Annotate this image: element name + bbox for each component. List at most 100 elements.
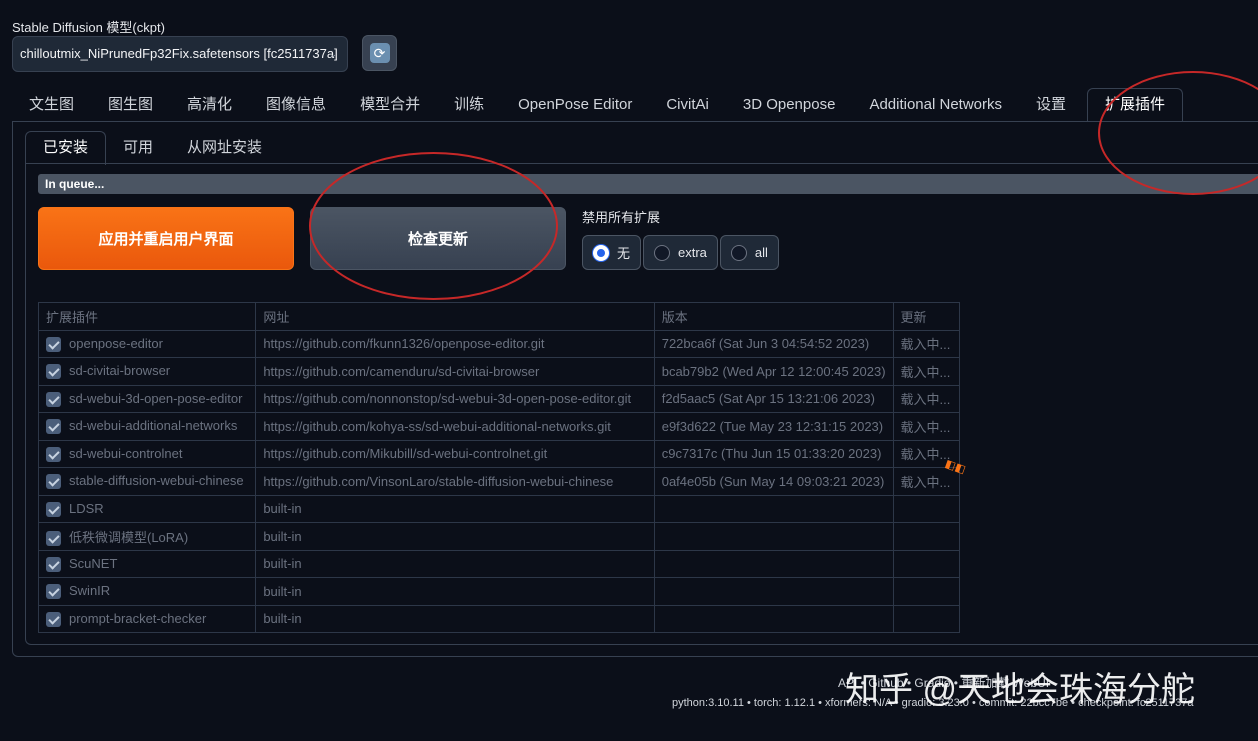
column-header-update: 更新 bbox=[892, 302, 961, 331]
extension-enabled-checkbox[interactable] bbox=[46, 391, 61, 407]
extension-version: e9f3d622 (Tue May 23 12:31:15 2023) bbox=[653, 412, 894, 441]
extension-name: sd-civitai-browser bbox=[69, 363, 171, 379]
extension-enabled-checkbox[interactable] bbox=[46, 364, 61, 380]
extension-cell: sd-webui-3d-open-pose-editor bbox=[37, 384, 257, 413]
extension-cell: SwinIR bbox=[37, 577, 257, 606]
extension-name: openpose-editor bbox=[69, 335, 163, 351]
extension-url[interactable]: built-in bbox=[255, 494, 655, 523]
table-row: sd-webui-3d-open-pose-editor https://gith… bbox=[37, 384, 961, 413]
extension-url[interactable]: built-in bbox=[255, 522, 655, 551]
extension-name: ScuNET bbox=[69, 555, 118, 571]
extension-enabled-checkbox[interactable] bbox=[46, 501, 61, 517]
checkpoint-label: Stable Diffusion 模型(ckpt) bbox=[12, 20, 165, 35]
table-header-row: 扩展插件 网址 版本 更新 bbox=[37, 302, 961, 331]
tab-img2img[interactable]: 图生图 bbox=[91, 88, 170, 122]
extension-update-status: 载入中... bbox=[892, 329, 961, 358]
radio-all[interactable]: all bbox=[719, 235, 779, 270]
radio-dot bbox=[593, 244, 609, 261]
extension-enabled-checkbox[interactable] bbox=[46, 446, 61, 462]
tab-3d-openpose[interactable]: 3D Openpose bbox=[726, 88, 853, 122]
radio-dot bbox=[654, 244, 671, 261]
column-header-version: 版本 bbox=[653, 302, 894, 331]
radio-label: 无 bbox=[617, 246, 631, 261]
extension-update-status bbox=[892, 577, 961, 606]
tab-checkpoint-merger[interactable]: 模型合并 bbox=[343, 88, 437, 122]
table-row: SwinIR built-in bbox=[37, 577, 961, 606]
extension-url[interactable]: https://github.com/VinsonLaro/stable-dif… bbox=[255, 467, 655, 496]
extension-name: 低秩微调模型(LoRA) bbox=[69, 529, 189, 545]
extension-name: stable-diffusion-webui-chinese bbox=[69, 473, 244, 489]
checkpoint-dropdown[interactable]: chilloutmix_NiPrunedFp32Fix.safetensors … bbox=[12, 36, 348, 72]
extension-name: sd-webui-3d-open-pose-editor bbox=[69, 390, 243, 406]
extension-url[interactable]: https://github.com/Mikubill/sd-webui-con… bbox=[255, 439, 655, 468]
extension-enabled-checkbox[interactable] bbox=[46, 611, 61, 627]
tab-png-info[interactable]: 图像信息 bbox=[249, 88, 343, 122]
disable-extensions-radio-group: 无 extra all bbox=[582, 235, 779, 270]
tab-openpose-editor[interactable]: OpenPose Editor bbox=[501, 88, 649, 122]
apply-and-restart-button[interactable]: 应用并重启用户界面 bbox=[38, 207, 294, 270]
tab-available[interactable]: 可用 bbox=[106, 131, 170, 165]
extension-update-status: 载入中... bbox=[892, 357, 961, 386]
chevron-down-icon: ⌄ bbox=[329, 49, 337, 59]
tab-train[interactable]: 训练 bbox=[437, 88, 501, 122]
extension-cell: ScuNET bbox=[37, 549, 257, 578]
disable-extensions-label: 禁用所有扩展 bbox=[582, 210, 661, 225]
extension-version bbox=[653, 549, 894, 578]
extension-version: c9c7317c (Thu Jun 15 01:33:20 2023) bbox=[653, 439, 894, 468]
extension-name: sd-webui-controlnet bbox=[69, 445, 183, 461]
extension-cell: sd-webui-additional-networks bbox=[37, 412, 257, 441]
extension-url[interactable]: built-in bbox=[255, 577, 655, 606]
annotation-circle-check-updates bbox=[309, 152, 558, 300]
extension-enabled-checkbox[interactable] bbox=[46, 336, 61, 352]
radio-dot bbox=[730, 244, 747, 261]
main-tab-bar: 文生图 图生图 高清化 图像信息 模型合并 训练 OpenPose Editor… bbox=[12, 88, 1184, 122]
extension-version bbox=[653, 522, 894, 551]
extension-cell: LDSR bbox=[37, 494, 257, 523]
extension-version bbox=[653, 604, 894, 633]
extension-cell: openpose-editor bbox=[37, 329, 257, 358]
checkpoint-value: chilloutmix_NiPrunedFp32Fix.safetensors … bbox=[20, 46, 338, 61]
extension-url[interactable]: built-in bbox=[255, 549, 655, 578]
extension-url[interactable]: https://github.com/camenduru/sd-civitai-… bbox=[255, 357, 655, 386]
extensions-sub-tab-bar: 已安装 可用 从网址安装 bbox=[25, 131, 279, 165]
extension-version bbox=[653, 577, 894, 606]
extension-cell: 低秩微调模型(LoRA) bbox=[37, 522, 257, 551]
extension-cell: sd-webui-controlnet bbox=[37, 439, 257, 468]
refresh-icon: ⟳ bbox=[369, 43, 390, 63]
extension-version: bcab79b2 (Wed Apr 12 12:00:45 2023) bbox=[653, 357, 894, 386]
table-row: sd-civitai-browser https://github.com/cam… bbox=[37, 357, 961, 386]
tab-txt2img[interactable]: 文生图 bbox=[12, 88, 91, 122]
table-row: ScuNET built-in bbox=[37, 549, 961, 578]
tab-installed[interactable]: 已安装 bbox=[25, 131, 107, 165]
column-header-extension: 扩展插件 bbox=[37, 302, 257, 331]
extension-enabled-checkbox[interactable] bbox=[46, 584, 61, 600]
extension-url[interactable]: https://github.com/kohya-ss/sd-webui-add… bbox=[255, 412, 655, 441]
extension-enabled-checkbox[interactable] bbox=[46, 530, 61, 546]
extension-update-status: 载入中... bbox=[892, 412, 961, 441]
radio-label: extra bbox=[678, 245, 707, 260]
extension-version: f2d5aac5 (Sat Apr 15 13:21:06 2023) bbox=[653, 384, 894, 413]
extension-name: LDSR bbox=[69, 500, 104, 516]
table-row: 低秩微调模型(LoRA) built-in bbox=[37, 522, 961, 551]
extension-url[interactable]: https://github.com/fkunn1326/openpose-ed… bbox=[255, 329, 655, 358]
tab-civitai[interactable]: CivitAi bbox=[649, 88, 726, 122]
tab-install-from-url[interactable]: 从网址安装 bbox=[170, 131, 279, 165]
extension-update-status bbox=[892, 604, 961, 633]
extension-cell: prompt-bracket-checker bbox=[37, 604, 257, 633]
refresh-checkpoint-button[interactable]: ⟳ bbox=[362, 35, 397, 71]
column-header-url: 网址 bbox=[255, 302, 655, 331]
extension-name: SwinIR bbox=[69, 583, 111, 599]
tab-extras[interactable]: 高清化 bbox=[170, 88, 249, 122]
radio-none[interactable]: 无 bbox=[582, 235, 642, 270]
extension-update-status bbox=[892, 549, 961, 578]
extension-url[interactable]: built-in bbox=[255, 604, 655, 633]
table-row: sd-webui-additional-networks https://gith… bbox=[37, 412, 961, 441]
extension-enabled-checkbox[interactable] bbox=[46, 556, 61, 572]
extension-url[interactable]: https://github.com/nonnonstop/sd-webui-3… bbox=[255, 384, 655, 413]
extension-update-status bbox=[892, 522, 961, 551]
radio-extra[interactable]: extra bbox=[643, 235, 718, 270]
tab-settings[interactable]: 设置 bbox=[1019, 88, 1083, 122]
tab-additional-networks[interactable]: Additional Networks bbox=[852, 88, 1019, 122]
extension-enabled-checkbox[interactable] bbox=[46, 419, 61, 435]
extension-enabled-checkbox[interactable] bbox=[46, 474, 61, 490]
